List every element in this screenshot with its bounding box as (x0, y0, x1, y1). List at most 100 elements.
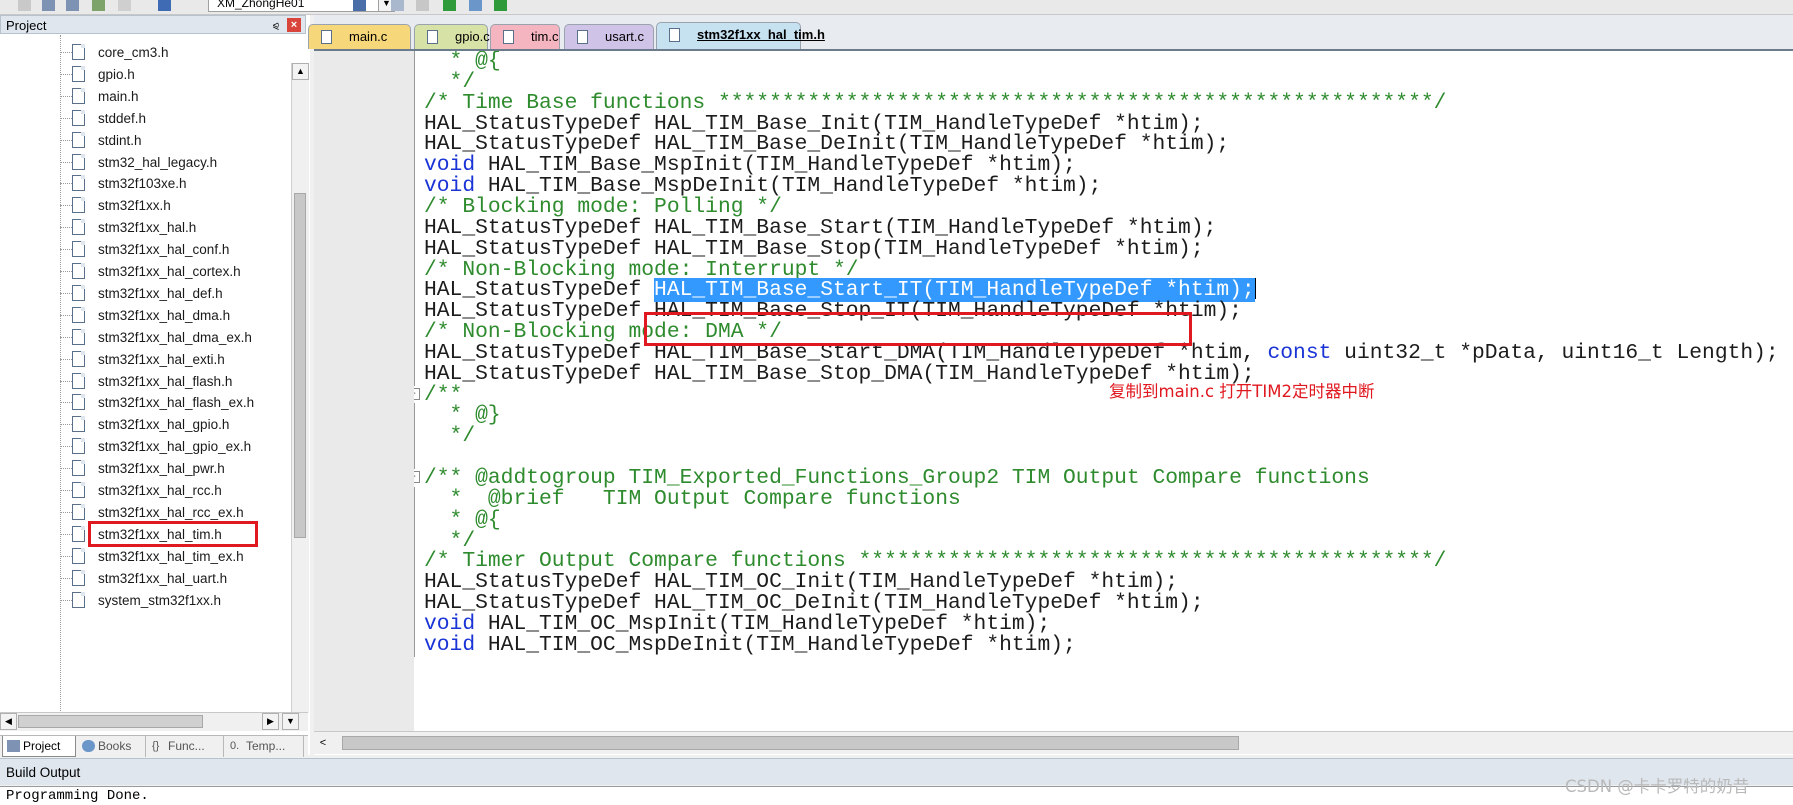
header-file-icon (72, 175, 85, 192)
header-file-icon (72, 503, 85, 520)
tree-connector (60, 468, 72, 470)
tree-connector (60, 117, 72, 119)
target-select[interactable]: XM_ZhongHe01 ▼ (208, 0, 395, 12)
header-file-icon (72, 482, 85, 498)
editor-hscroll-thumb[interactable] (342, 736, 1239, 750)
tree-connector (60, 95, 72, 97)
document-icon (503, 30, 514, 44)
tree-connector (60, 446, 72, 448)
header-file-icon (72, 109, 85, 126)
tree-file-label: stm32f1xx_hal.h (98, 220, 197, 236)
tree-file-label: stm32f1xx_hal_exti.h (98, 351, 225, 367)
toolbar-copy2-icon[interactable] (416, 0, 429, 11)
tree-connector (60, 490, 72, 491)
header-file-icon (72, 591, 85, 608)
document-icon (321, 30, 332, 44)
tree-connector (60, 336, 72, 338)
scroll-down-icon[interactable]: ▼ (282, 713, 299, 730)
code-line[interactable]: 1915void HAL_TIM_OC_MspDeInit(TIM_Handle… (414, 632, 1793, 657)
tree-file-item[interactable]: system_stm32f1xx.h (60, 588, 290, 613)
toolbar-copy-icon[interactable] (391, 0, 404, 11)
tree-file-label: main.h (98, 88, 139, 104)
toolbar-window2-icon[interactable] (66, 0, 79, 11)
tree-horizontal-scrollbar[interactable]: ◀ ▶ ▼ (0, 712, 308, 731)
document-icon (669, 28, 680, 42)
header-file-icon (72, 394, 85, 411)
header-file-icon (72, 197, 85, 214)
tree-file-label: stm32f1xx_hal_gpio_ex.h (98, 439, 252, 455)
editor-tab[interactable]: gpio.c (414, 24, 490, 49)
tab-functions[interactable]: {} Func... (148, 736, 224, 757)
target-select-value: XM_ZhongHe01 (217, 0, 305, 10)
tree-file-label: stm32f1xx_hal_pwr.h (98, 461, 225, 477)
scroll-left-icon[interactable]: ◀ (0, 713, 17, 730)
editor-horizontal-scrollbar[interactable]: < (314, 731, 1793, 754)
editor-tab-label: main.c (349, 29, 388, 44)
tree-connector (60, 555, 72, 557)
tree-connector (60, 227, 72, 229)
editor-tab[interactable]: main.c (308, 24, 411, 49)
tree-file-label: stm32f1xx_hal_def.h (98, 285, 223, 301)
toolbar-window-icon[interactable] (42, 0, 55, 11)
header-file-icon (72, 350, 85, 367)
toolbar-load-icon[interactable] (158, 0, 171, 11)
code-token: HAL_TIM_OC_MspDeInit(TIM_HandleTypeDef *… (475, 632, 1076, 657)
toolbar-stack-icon[interactable] (18, 0, 31, 11)
toolbar-manage-icon[interactable] (353, 0, 366, 11)
tree-connector (60, 402, 72, 404)
tree-file-label: stm32_hal_legacy.h (98, 154, 218, 170)
code-area[interactable]: 1887 * @{1888 */1889/* Time Base functio… (414, 51, 1793, 731)
tab-project-label: Project (23, 739, 61, 753)
header-file-icon (72, 44, 85, 60)
tree-connector (60, 314, 72, 316)
pin-icon[interactable]: ⪨ (273, 17, 279, 36)
editor-tab[interactable]: usart.c (564, 24, 654, 49)
toolbar-filter-icon[interactable] (469, 0, 482, 11)
build-output-header: Build Output (0, 758, 1793, 785)
header-file-icon (72, 438, 85, 455)
project-icon (7, 740, 20, 752)
watermark: CSDN @卡卡罗特的奶昔 (1565, 777, 1750, 796)
tree-connector (60, 271, 72, 272)
tree-file-label: stm32f1xx_hal_rcc_ex.h (98, 504, 244, 520)
tree-scroll-thumb[interactable] (294, 193, 306, 538)
scroll-left-icon[interactable]: < (314, 734, 332, 752)
project-panel-tabs: Project Books {} Func... 0. Temp... (0, 735, 308, 758)
editor-tab-label: stm32f1xx_hal_tim.h (697, 27, 825, 42)
tree-connector (60, 511, 72, 513)
tree-file-label: stm32f1xx_hal_dma.h (98, 307, 231, 323)
tab-templates[interactable]: 0. Temp... (226, 736, 304, 757)
editor-tab[interactable]: stm32f1xx_hal_tim.h (656, 22, 825, 49)
scroll-up-icon[interactable]: ▲ (292, 63, 309, 80)
tree-connector (60, 533, 72, 535)
editor-tab-label: usart.c (605, 29, 645, 44)
books-icon (82, 740, 95, 752)
scroll-right-icon[interactable]: ▶ (262, 713, 279, 730)
toolbar-layers2-icon[interactable] (118, 0, 131, 11)
tree-connector (60, 599, 72, 601)
editor-tabbar: main.c gpio.c tim.c usart.c stm32f1xx_hal_ti… (308, 15, 1793, 51)
toolbar-diamond-icon[interactable] (443, 0, 456, 11)
tree-file-label: stm32f1xx_hal_uart.h (98, 570, 228, 586)
project-panel: Project ⪨ × core_cm3.h gpio.h main.h stddef… (0, 15, 310, 758)
fold-guide-line (414, 632, 415, 657)
fold-toggle-icon[interactable]: - (414, 471, 420, 483)
fold-toggle-icon[interactable]: - (414, 387, 420, 400)
tree-hscroll-thumb[interactable] (18, 715, 203, 728)
tab-books[interactable]: Books (78, 736, 146, 757)
tab-books-label: Books (98, 739, 132, 753)
close-icon[interactable]: × (287, 18, 301, 32)
tree-vertical-scrollbar[interactable]: ▲ (291, 63, 309, 713)
editor-tab-label: tim.c (531, 29, 559, 44)
tree-file-label: stm32f1xx.h (98, 198, 171, 214)
editor-tab[interactable]: tim.c (490, 24, 560, 49)
toolbar-layers-icon[interactable] (92, 0, 105, 11)
tree-connector (60, 358, 72, 360)
tree-file-label: stm32f1xx_hal_flash_ex.h (98, 395, 255, 411)
header-file-icon (72, 241, 85, 258)
header-file-icon (72, 131, 85, 148)
line-number-gutter (314, 51, 415, 731)
tab-project[interactable]: Project (2, 736, 76, 757)
toolbar-debug-icon[interactable] (494, 0, 507, 11)
header-file-icon (72, 372, 85, 389)
